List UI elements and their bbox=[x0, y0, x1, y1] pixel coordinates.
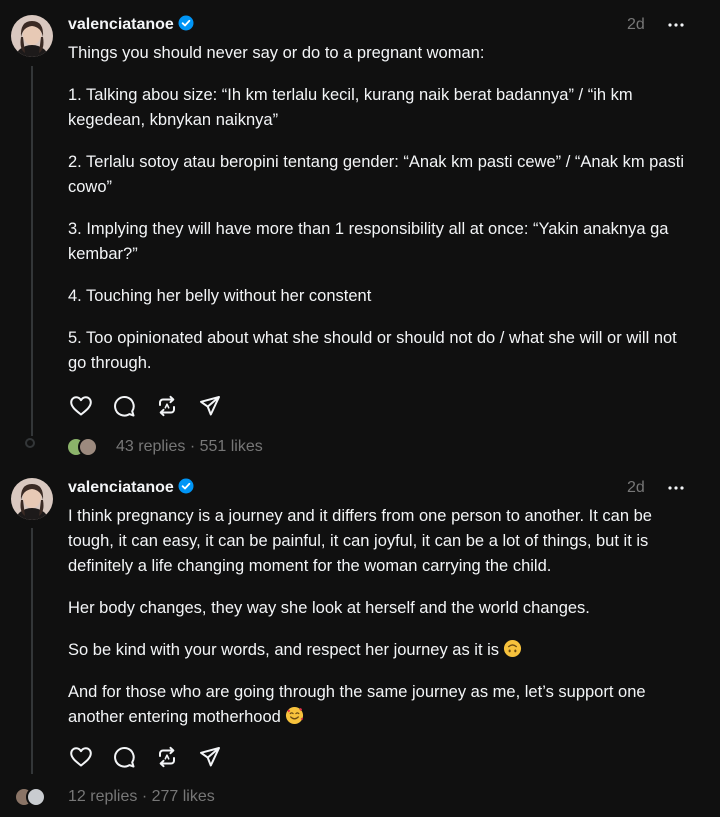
smiling-face-with-hearts-emoji bbox=[285, 706, 303, 725]
stats-separator: · bbox=[189, 438, 196, 455]
avatar[interactable] bbox=[11, 15, 53, 57]
post-paragraph: 3. Implying they will have more than 1 r… bbox=[68, 220, 669, 263]
post-paragraph: I think pregnancy is a journey and it di… bbox=[68, 507, 652, 575]
comment-button[interactable] bbox=[111, 393, 137, 419]
username[interactable]: valenciatanoe bbox=[68, 478, 194, 498]
post-paragraph: 2. Terlalu sotoy atau beropini tentang g… bbox=[68, 153, 685, 196]
comment-button[interactable] bbox=[111, 744, 137, 770]
post-time: 2d bbox=[627, 16, 645, 33]
repost-button[interactable] bbox=[154, 744, 180, 770]
share-button[interactable] bbox=[197, 744, 223, 770]
avatar-image bbox=[11, 15, 53, 57]
verified-badge-icon bbox=[178, 478, 194, 494]
thread-line bbox=[31, 66, 33, 436]
comment-icon bbox=[114, 395, 135, 417]
avatar-image bbox=[11, 478, 53, 520]
post-body: Things you should never say or do to a p… bbox=[68, 41, 698, 393]
post-stats: 12 replies · 277 likes bbox=[0, 786, 720, 810]
username-text[interactable]: valenciatanoe bbox=[68, 479, 174, 496]
more-options-button[interactable] bbox=[665, 478, 687, 498]
repost-button[interactable] bbox=[154, 393, 180, 419]
post-time: 2d bbox=[627, 479, 645, 496]
like-button[interactable] bbox=[68, 744, 94, 770]
stats-separator: · bbox=[141, 788, 148, 805]
replies-count[interactable]: 43 replies bbox=[116, 438, 185, 455]
likes-count[interactable]: 277 likes bbox=[152, 788, 215, 805]
post-paragraph: 1. Talking abou size: “Ih km terlalu kec… bbox=[68, 86, 633, 129]
replies-likes-count[interactable]: 12 replies · 277 likes bbox=[68, 786, 215, 808]
more-icon bbox=[668, 486, 684, 490]
post-paragraph: 5. Too opinionated about what she should… bbox=[68, 329, 677, 372]
post-paragraph: Things you should never say or do to a p… bbox=[68, 44, 485, 62]
share-button[interactable] bbox=[197, 393, 223, 419]
replies-likes-count[interactable]: 43 replies · 551 likes bbox=[116, 436, 263, 458]
heart-icon bbox=[70, 396, 92, 416]
replies-count[interactable]: 12 replies bbox=[68, 788, 137, 805]
share-icon bbox=[200, 747, 220, 767]
replier-avatars bbox=[66, 436, 106, 458]
post-paragraph: Her body changes, they way she look at h… bbox=[68, 599, 590, 617]
verified-badge-icon bbox=[178, 15, 194, 31]
username-text[interactable]: valenciatanoe bbox=[68, 16, 174, 33]
post-paragraph: And for those who are going through the … bbox=[68, 680, 698, 730]
more-options-button[interactable] bbox=[665, 15, 687, 35]
post-paragraph-text: And for those who are going through the … bbox=[68, 683, 646, 726]
post-paragraph-text: So be kind with your words, and respect … bbox=[68, 641, 500, 659]
post-paragraph: 4. Touching her belly without her conste… bbox=[68, 287, 372, 305]
post-body: I think pregnancy is a journey and it di… bbox=[68, 504, 698, 747]
like-button[interactable] bbox=[68, 393, 94, 419]
share-icon bbox=[200, 396, 220, 416]
likes-count[interactable]: 551 likes bbox=[200, 438, 263, 455]
repost-icon bbox=[159, 395, 175, 417]
username[interactable]: valenciatanoe bbox=[68, 15, 194, 35]
upside-down-face-emoji bbox=[503, 639, 522, 658]
post-paragraph: So be kind with your words, and respect … bbox=[68, 638, 698, 663]
repost-icon bbox=[159, 746, 175, 768]
more-icon bbox=[668, 23, 684, 27]
thread-line bbox=[31, 528, 33, 774]
avatar[interactable] bbox=[11, 478, 53, 520]
replier-avatar bbox=[78, 437, 98, 457]
post-stats: 43 replies · 551 likes bbox=[0, 436, 720, 460]
replier-avatar bbox=[26, 787, 46, 807]
replier-avatars bbox=[14, 786, 54, 808]
heart-icon bbox=[70, 747, 92, 767]
comment-icon bbox=[114, 746, 135, 768]
